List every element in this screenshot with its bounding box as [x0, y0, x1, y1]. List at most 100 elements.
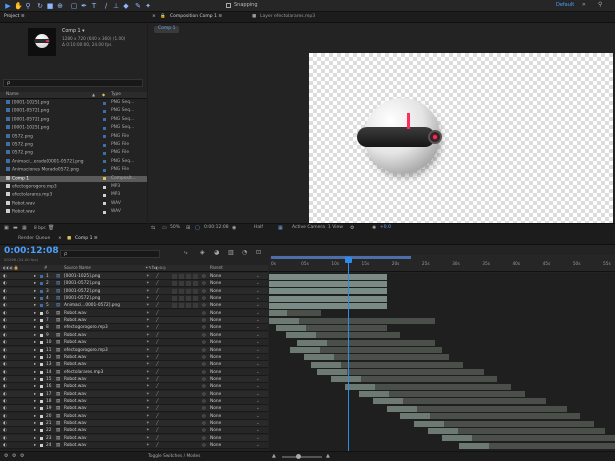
camera-select[interactable]: Active Camera — [292, 225, 325, 231]
expand-twirl-icon[interactable]: ▸ — [34, 354, 36, 361]
pickwhip-icon[interactable]: ◎ — [202, 391, 206, 398]
parent-header[interactable]: Parent — [210, 266, 223, 270]
expand-twirl-icon[interactable]: ▸ — [34, 332, 36, 339]
shy-switch-icon[interactable]: ✶ — [146, 420, 150, 427]
layer-duration-bar[interactable] — [331, 376, 498, 383]
layer-row[interactable]: ◐ ▸ 17 ▤ Robot.wav ✶ ╱ ◎ None ⌄ — [0, 390, 268, 398]
visibility-eye-icon[interactable]: ◐ — [3, 317, 7, 324]
visibility-eye-icon[interactable]: ◐ — [3, 273, 7, 280]
quality-switch-icon[interactable]: ╱ — [156, 302, 159, 309]
expand-twirl-icon[interactable]: ▸ — [34, 280, 36, 287]
parent-select[interactable]: None — [210, 427, 221, 434]
expand-modes-icon[interactable]: ⚙ — [12, 454, 16, 459]
pickwhip-icon[interactable]: ◎ — [202, 361, 206, 368]
parent-select[interactable]: None — [210, 369, 221, 376]
parent-select[interactable]: None — [210, 317, 221, 324]
expand-twirl-icon[interactable]: ▸ — [34, 361, 36, 368]
view-layout-select[interactable]: 1 View — [328, 225, 343, 231]
label-color-swatch[interactable] — [40, 414, 43, 418]
rotate-tool-icon[interactable]: ↻ — [36, 2, 44, 10]
chevron-down-icon[interactable]: ⌄ — [256, 405, 260, 412]
shy-switch-icon[interactable]: ✶ — [146, 398, 150, 405]
layer-row[interactable]: ◐ ▸ 16 ▤ Robot.wav ✶ ╱ ◎ None ⌄ — [0, 383, 268, 391]
pickwhip-icon[interactable]: ◎ — [202, 376, 206, 383]
label-color-swatch[interactable] — [40, 422, 43, 425]
project-search-input[interactable]: ρ — [3, 79, 143, 87]
visibility-eye-icon[interactable]: ◐ — [3, 413, 7, 420]
label-color-swatch[interactable] — [40, 429, 43, 433]
parent-select[interactable]: None — [210, 435, 221, 442]
trash-icon[interactable]: 🗑 — [48, 226, 54, 231]
expand-twirl-icon[interactable]: ▸ — [34, 405, 36, 412]
layer-name[interactable]: Robot.wav — [64, 339, 87, 346]
layer-duration-bar[interactable] — [296, 339, 436, 346]
chevron-down-icon[interactable]: ⌄ — [256, 295, 260, 302]
chevron-down-icon[interactable]: ⌄ — [256, 354, 260, 361]
region-icon[interactable]: ▢ — [195, 226, 200, 231]
label-color-swatch[interactable] — [40, 289, 43, 293]
visibility-eye-icon[interactable]: ◐ — [3, 398, 7, 405]
shy-switch-icon[interactable]: ✶ — [146, 302, 150, 309]
layer-name[interactable]: Robot.wav — [64, 427, 87, 434]
switch-box[interactable] — [179, 281, 184, 287]
layer-duration-bar[interactable] — [317, 369, 484, 376]
label-color-swatch[interactable] — [103, 143, 106, 147]
quality-switch-icon[interactable]: ╱ — [156, 376, 159, 383]
chevron-down-icon[interactable]: ⌄ — [256, 361, 260, 368]
expand-twirl-icon[interactable]: ▸ — [34, 347, 36, 354]
project-item[interactable]: 0572.png PNG File — [0, 133, 147, 140]
expand-twirl-icon[interactable]: ▸ — [34, 295, 36, 302]
expand-twirl-icon[interactable]: ▸ — [34, 376, 36, 383]
parent-select[interactable]: None — [210, 280, 221, 287]
time-ruler[interactable]: 0s 05s 10s 15s 20s 25s 30s 35s 40s 45s 50s 55s — [269, 255, 615, 272]
label-color-swatch[interactable] — [103, 193, 106, 197]
chevron-down-icon[interactable]: ⌄ — [256, 391, 260, 398]
layer-row[interactable]: ◐ ▸ 10 ▤ Robot.wav ✶ ╱ ◎ None ⌄ — [0, 339, 268, 347]
parent-select[interactable]: None — [210, 295, 221, 302]
chevron-down-icon[interactable]: ⌄ — [256, 347, 260, 354]
pickwhip-icon[interactable]: ◎ — [202, 427, 206, 434]
visibility-eye-icon[interactable]: ◐ — [3, 324, 7, 331]
layer-row[interactable]: ◐ ▸ 23 ▤ Robot.wav ✶ ╱ ◎ None ⌄ — [0, 434, 268, 442]
parent-select[interactable]: None — [210, 361, 221, 368]
search-help-icon[interactable]: ⚲ — [598, 2, 602, 8]
pickwhip-icon[interactable]: ◎ — [202, 273, 206, 280]
visibility-eye-icon[interactable]: ◐ — [3, 435, 7, 442]
shape-tool-icon[interactable]: ▢ — [70, 2, 78, 10]
playhead[interactable] — [344, 257, 352, 451]
project-item[interactable]: [0001-0572].png PNG Seq... — [0, 116, 147, 123]
expand-switches-icon[interactable]: ⚙ — [4, 454, 8, 459]
close-icon[interactable]: × — [58, 236, 62, 242]
visibility-eye-icon[interactable]: ◐ — [3, 383, 7, 390]
visibility-eye-icon[interactable]: ◐ — [3, 288, 7, 295]
source-name-header[interactable]: Source Name — [64, 266, 91, 270]
chevron-down-icon[interactable]: ⌄ — [256, 398, 260, 405]
layer-duration-bar[interactable] — [269, 302, 387, 309]
shy-switch-icon[interactable]: ✶ — [146, 369, 150, 376]
layer-duration-bar[interactable] — [269, 273, 387, 280]
layer-name[interactable]: Robot.wav — [64, 354, 87, 361]
layer-name[interactable]: [0001-1025].png — [64, 273, 100, 280]
shy-switch-icon[interactable]: ✶ — [146, 339, 150, 346]
timeline-comp-tab[interactable]: Comp 1 ≡ — [75, 236, 98, 242]
switch-box[interactable] — [186, 296, 191, 302]
parent-select[interactable]: None — [210, 324, 221, 331]
project-item[interactable]: 0572.png PNG File — [0, 150, 147, 156]
layer-name[interactable]: [0001-0572].png — [64, 280, 100, 287]
pickwhip-icon[interactable]: ◎ — [202, 405, 206, 412]
expand-twirl-icon[interactable]: ▸ — [34, 442, 36, 449]
layer-duration-bar[interactable] — [310, 361, 463, 368]
shy-switch-icon[interactable]: ✶ — [146, 376, 150, 383]
quality-switch-icon[interactable]: ╱ — [156, 310, 159, 317]
label-color-swatch[interactable] — [103, 126, 106, 130]
quality-switch-icon[interactable]: ╱ — [156, 391, 159, 398]
snapshot-icon[interactable]: ◉ — [232, 226, 236, 231]
shy-switch-icon[interactable]: ✶ — [146, 405, 150, 412]
shy-switch-icon[interactable]: ✶ — [146, 347, 150, 354]
motion-blur-icon[interactable]: ◔ — [242, 250, 247, 256]
quality-switch-icon[interactable]: ╱ — [156, 288, 159, 295]
layer-name[interactable]: Robot.wav — [64, 398, 87, 405]
new-folder-icon[interactable]: ▬ — [13, 226, 18, 231]
layer-row[interactable]: ◐ ▸ 14 ▤ efectolarares.mp3 ✶ ╱ ◎ None ⌄ — [0, 368, 268, 376]
pickwhip-icon[interactable]: ◎ — [202, 295, 206, 302]
